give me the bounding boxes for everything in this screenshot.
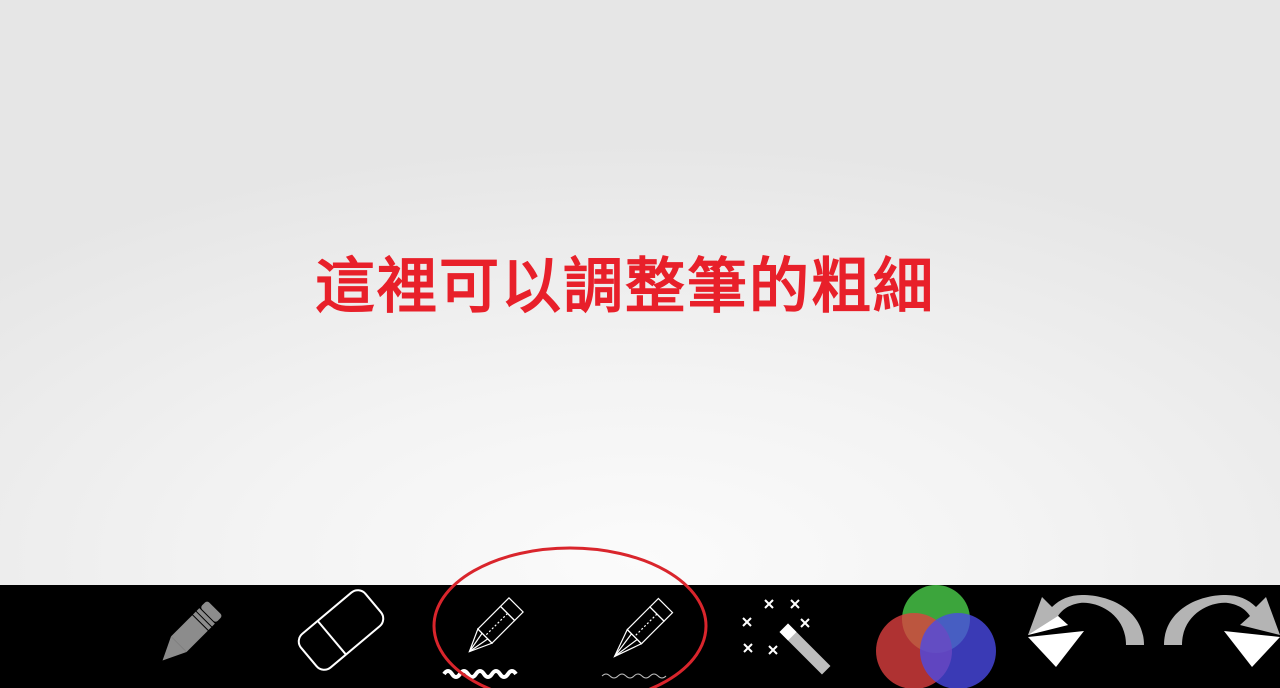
redo-arrow-icon bbox=[1164, 595, 1280, 667]
color-picker-tool-button[interactable] bbox=[872, 585, 1000, 688]
bottom-toolbar bbox=[0, 585, 1280, 688]
eraser-tool-button[interactable] bbox=[278, 585, 403, 688]
thin-pen-icon bbox=[601, 597, 674, 679]
thick-pen-tool-button[interactable] bbox=[436, 585, 556, 688]
thick-pen-icon bbox=[442, 597, 524, 679]
undo-button[interactable] bbox=[1022, 585, 1148, 688]
color-circles-icon bbox=[876, 585, 996, 688]
redo-button[interactable] bbox=[1160, 585, 1280, 688]
pen-size-annotation: 這裡可以調整筆的粗細 bbox=[315, 252, 935, 322]
thin-pen-tool-button[interactable] bbox=[580, 585, 700, 688]
magic-wand-tool-button[interactable] bbox=[728, 585, 853, 688]
pencil-icon bbox=[162, 601, 222, 661]
eraser-icon bbox=[297, 589, 385, 671]
undo-arrow-icon bbox=[1028, 595, 1144, 667]
pencil-tool-button[interactable] bbox=[128, 585, 248, 688]
magic-wand-icon bbox=[742, 599, 831, 675]
